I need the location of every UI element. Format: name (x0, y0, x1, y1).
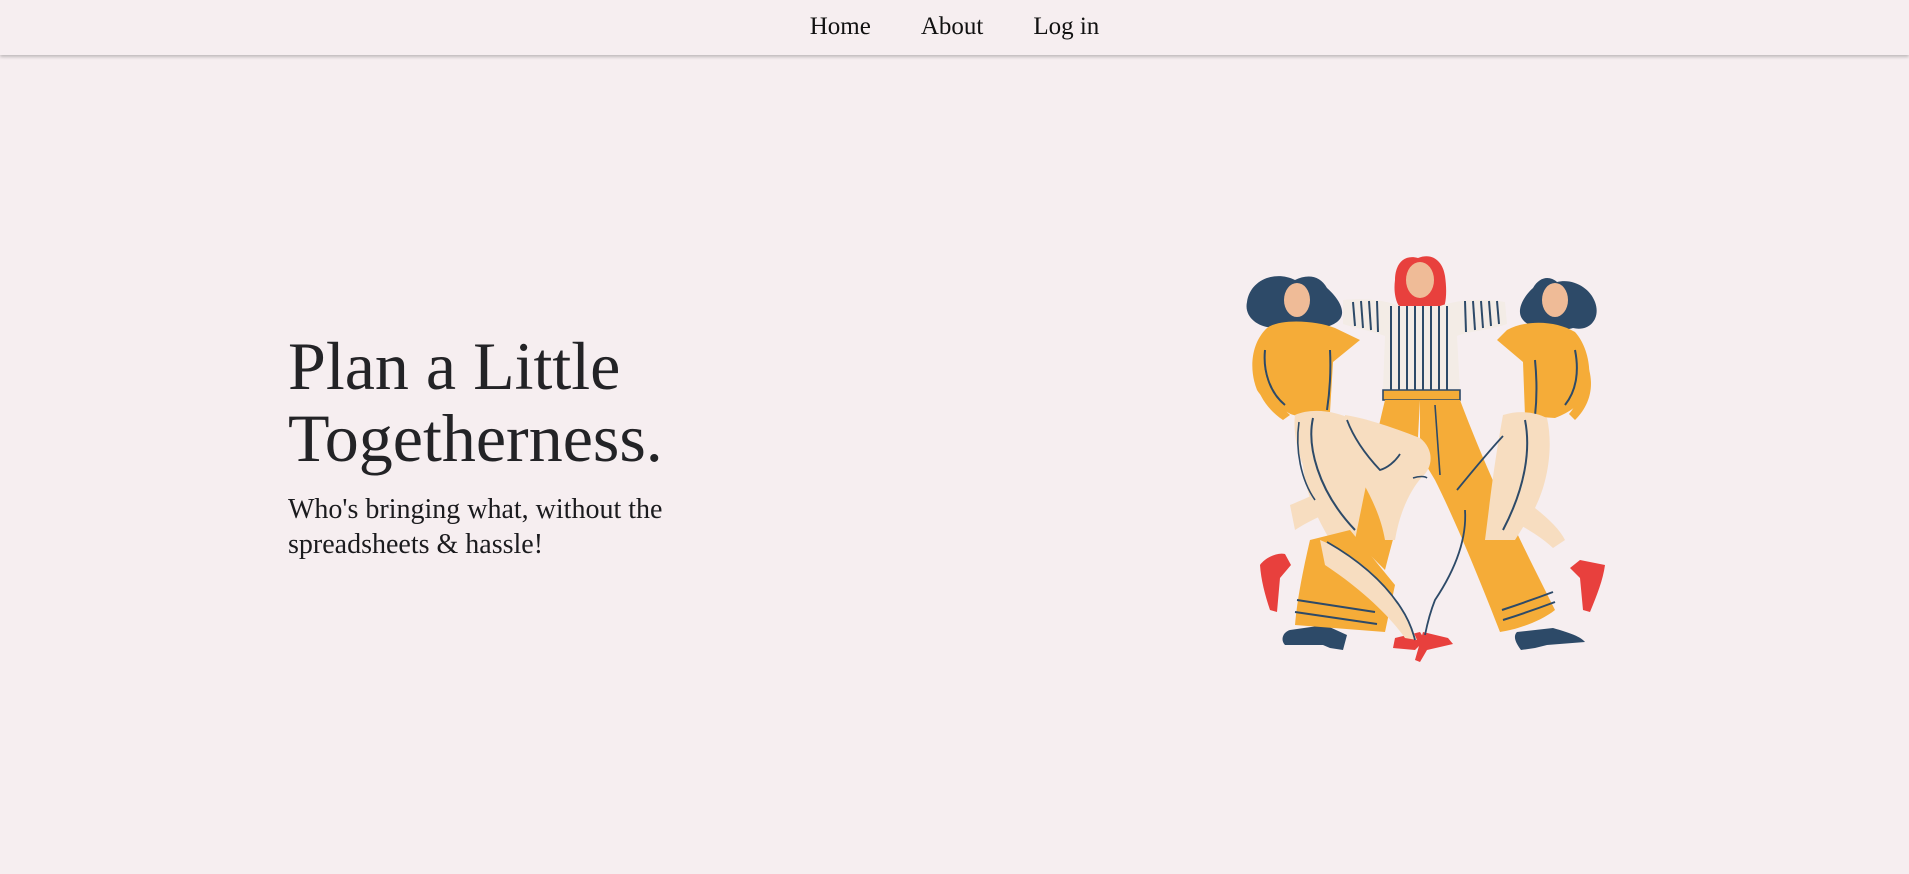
top-navigation: Home About Log in (0, 0, 1909, 55)
three-dancing-women-illustration (1235, 240, 1635, 665)
hero-title: Plan a Little Togetherness. (288, 330, 808, 474)
hero-section: Plan a Little Togetherness. Who's bringin… (288, 330, 808, 562)
nav-home-link[interactable]: Home (810, 13, 871, 41)
hero-title-line-1: Plan a Little (288, 328, 621, 404)
hero-title-line-2: Togetherness. (288, 400, 663, 476)
hero-subtitle: Who's bringing what, without the spreads… (288, 494, 663, 560)
nav-about-link[interactable]: About (921, 13, 984, 41)
nav-login-link[interactable]: Log in (1033, 13, 1099, 41)
